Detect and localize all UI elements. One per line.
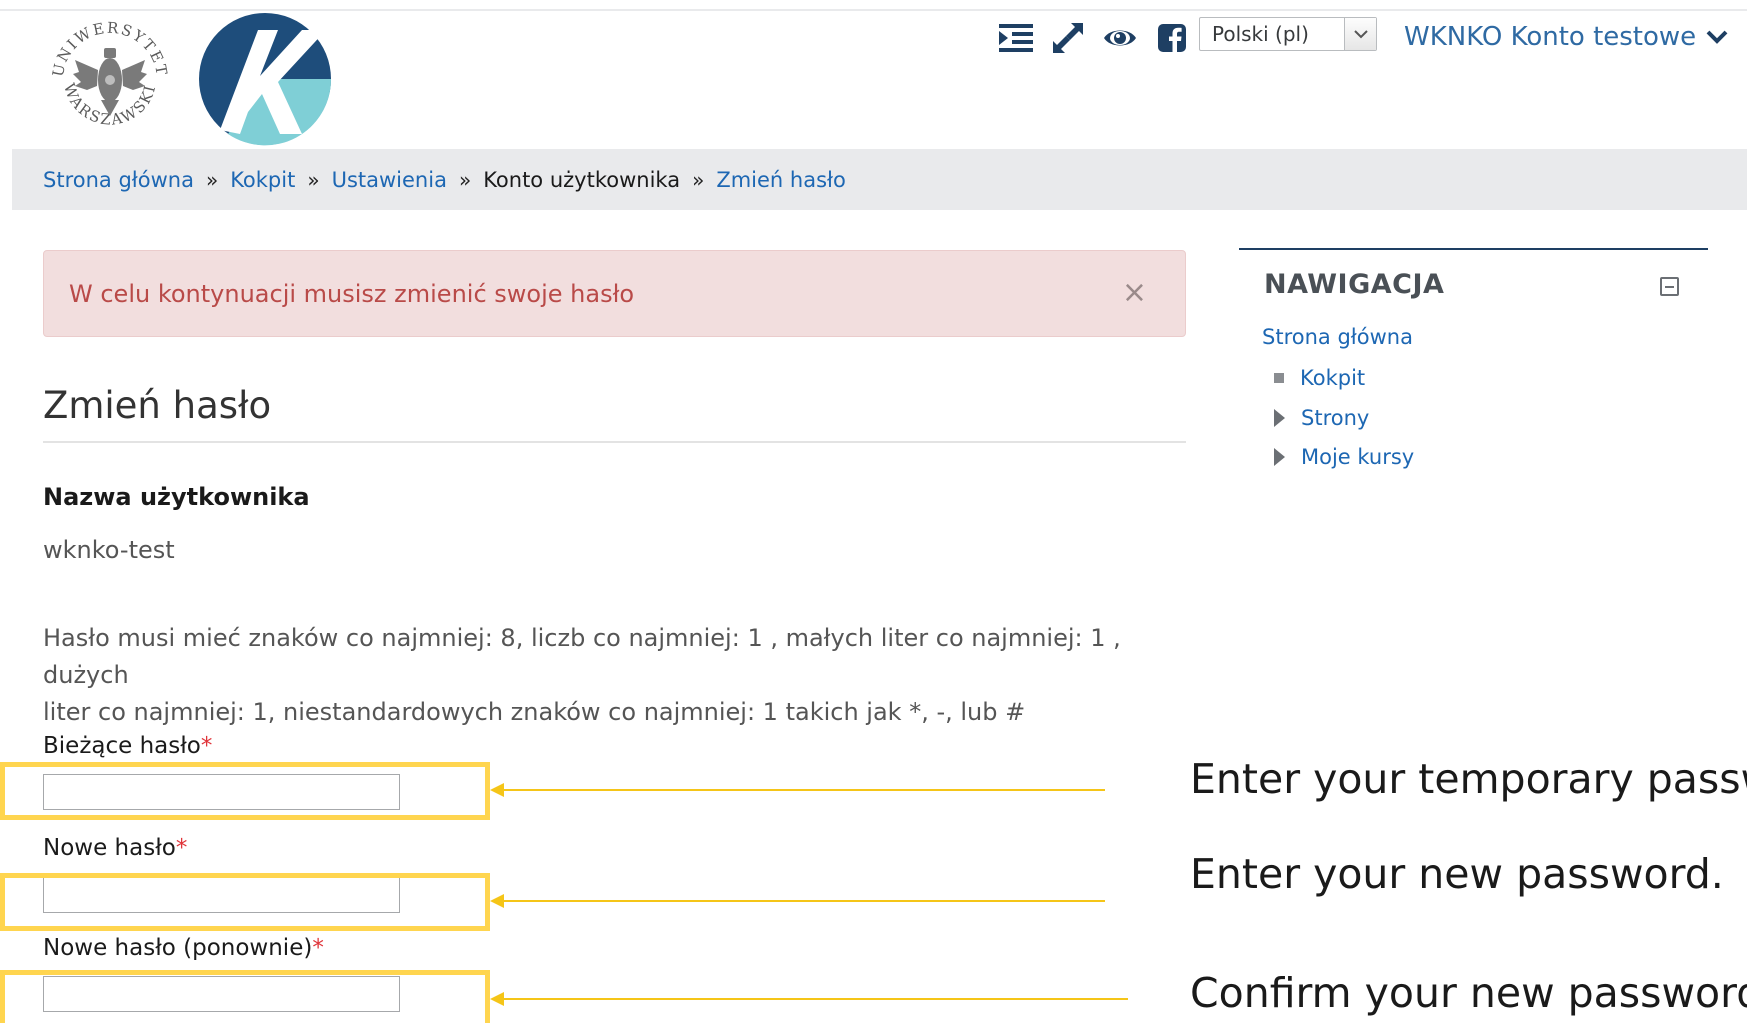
nav-top-border (1239, 248, 1708, 250)
university-logo[interactable]: UNIWERSYTET WARSZAWSKI (45, 12, 175, 146)
nav-item-label: Strony (1301, 406, 1370, 430)
confirm-password-label: Nowe hasło (ponownie)* (43, 935, 324, 961)
chevron-down-icon (1344, 18, 1376, 50)
password-policy-line: Hasło musi mieć znaków co najmniej: 8, l… (43, 624, 1121, 689)
title-divider (43, 441, 1186, 443)
breadcrumb-home[interactable]: Strona główna (43, 168, 194, 192)
breadcrumb-dashboard[interactable]: Kokpit (230, 168, 295, 192)
alert-message: W celu kontynuacji musisz zmienić swoje … (69, 279, 635, 308)
nav-item-label: Kokpit (1300, 366, 1366, 390)
nav-item-pages[interactable]: Strony (1271, 406, 1369, 430)
breadcrumb-separator: » (205, 167, 219, 192)
annotation-new-password: Enter your new password. (1190, 850, 1724, 898)
expand-arrow-icon (1274, 448, 1285, 466)
password-policy: Hasło musi mieć znaków co najmniej: 8, l… (43, 620, 1193, 731)
breadcrumb-change-password[interactable]: Zmień hasło (716, 168, 846, 192)
top-border (0, 0, 1747, 11)
username-value: wknko-test (43, 536, 175, 564)
required-marker: * (175, 835, 188, 861)
user-name: WKNKO Konto testowe (1404, 22, 1697, 52)
collapse-icon[interactable] (1660, 277, 1679, 296)
eye-icon[interactable] (1094, 18, 1146, 58)
password-change-alert: W celu kontynuacji musisz zmienić swoje … (43, 250, 1186, 337)
breadcrumb: Strona główna » Kokpit » Ustawienia » Ko… (12, 149, 1747, 210)
arrow-line (500, 789, 1105, 791)
language-select-value: Polski (pl) (1212, 22, 1309, 46)
header-toolbar (990, 18, 1198, 58)
current-password-label-text: Bieżące hasło (43, 733, 201, 759)
username-label: Nazwa użytkownika (43, 483, 310, 511)
page-title: Zmień hasło (43, 384, 272, 427)
breadcrumb-separator: » (307, 167, 320, 192)
annotation-temporary-password: Enter your temporary passw (1190, 755, 1747, 803)
breadcrumb-separator: » (458, 167, 472, 192)
password-policy-line: liter co najmniej: 1, niestandardowych z… (43, 698, 1026, 726)
language-select[interactable]: Polski (pl) (1199, 17, 1377, 51)
annotation-confirm-password: Confirm your new password. (1190, 969, 1747, 1017)
square-bullet-icon (1274, 373, 1284, 383)
indent-icon[interactable] (990, 18, 1042, 58)
confirm-password-input[interactable] (43, 976, 400, 1012)
new-password-input[interactable] (43, 877, 400, 913)
nav-item-home[interactable]: Strona główna (1262, 325, 1413, 349)
new-password-label-text: Nowe hasło (43, 835, 176, 861)
breadcrumb-separator: » (692, 167, 705, 192)
nav-item-label: Moje kursy (1301, 445, 1415, 469)
k-platform-logo[interactable] (198, 12, 332, 146)
confirm-password-label-text: Nowe hasło (ponownie) (43, 935, 313, 961)
fullscreen-icon[interactable] (1042, 18, 1094, 58)
chevron-down-icon (1706, 22, 1728, 52)
nav-item-my-courses[interactable]: Moje kursy (1271, 445, 1414, 469)
facebook-icon[interactable] (1146, 18, 1198, 58)
nav-item-dashboard[interactable]: Kokpit (1271, 366, 1365, 390)
user-menu[interactable]: WKNKO Konto testowe (1404, 18, 1728, 56)
required-marker: * (200, 733, 213, 759)
new-password-label: Nowe hasło* (43, 835, 187, 861)
arrow-line (500, 998, 1128, 1000)
close-icon[interactable]: × (1122, 275, 1147, 310)
current-password-label: Bieżące hasło* (43, 733, 212, 759)
current-password-input[interactable] (43, 774, 400, 810)
arrow-line (500, 900, 1105, 902)
nav-title: NAWIGACJA (1264, 269, 1445, 300)
required-marker: * (312, 935, 324, 961)
breadcrumb-user-account: Konto użytkownika (483, 167, 681, 192)
expand-arrow-icon (1274, 409, 1285, 427)
breadcrumb-settings[interactable]: Ustawienia (332, 168, 447, 192)
